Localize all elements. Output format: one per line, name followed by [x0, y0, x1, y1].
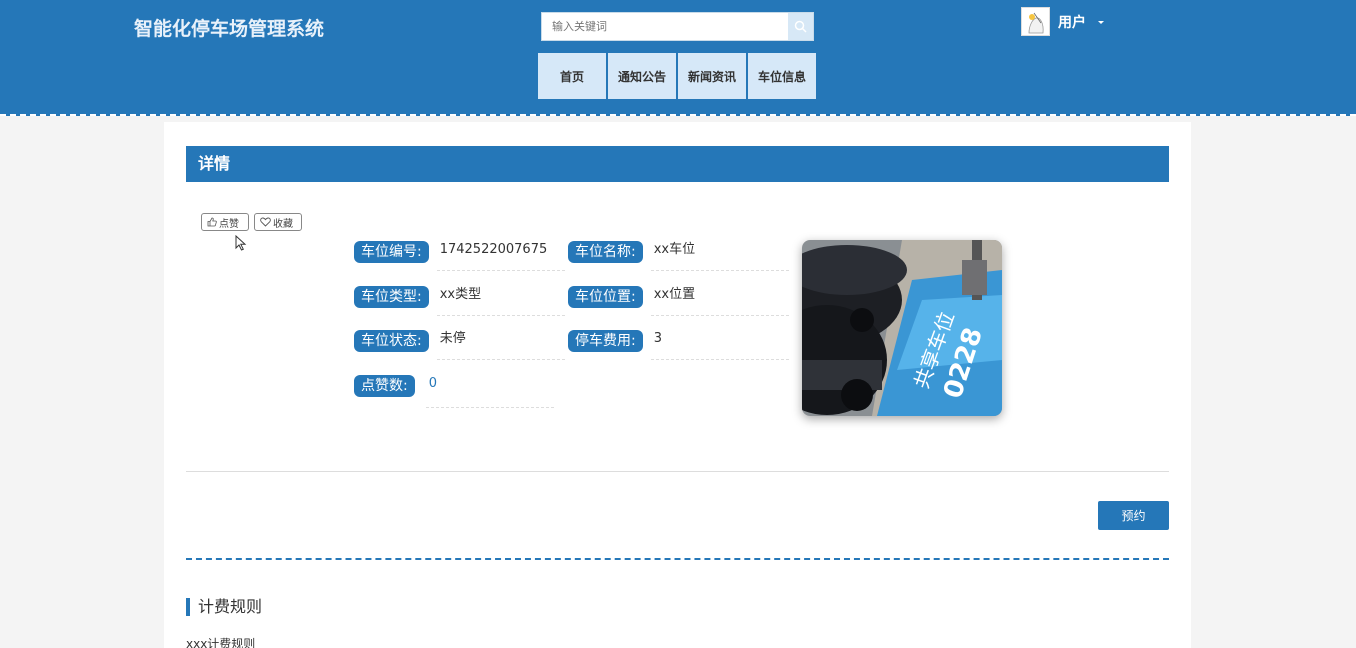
nav-item-home[interactable]: 首页 — [538, 53, 606, 99]
space-type-label: 车位类型: — [354, 286, 429, 308]
user-menu[interactable]: 用户 — [1021, 7, 1104, 36]
field-likes: 点赞数: 0 — [354, 375, 554, 408]
section-title-bar: 详情 — [186, 146, 1169, 182]
space-location-label: 车位位置: — [568, 286, 643, 308]
space-no-label: 车位编号: — [354, 241, 429, 263]
field-space-type: 车位类型: xx类型 — [354, 286, 565, 316]
field-space-name: 车位名称: xx车位 — [568, 241, 789, 271]
space-status-value: 未停 — [436, 330, 565, 360]
favorite-button[interactable]: 收藏 — [254, 213, 302, 231]
space-name-label: 车位名称: — [568, 241, 643, 263]
reserve-button[interactable]: 预约 — [1098, 501, 1169, 530]
main-nav: 首页 通知公告 新闻资讯 车位信息 — [538, 53, 816, 99]
search-input[interactable] — [542, 13, 788, 40]
fee-label: 停车费用: — [568, 330, 643, 352]
field-space-location: 车位位置: xx位置 — [568, 286, 789, 316]
thumbs-up-icon — [207, 217, 217, 227]
chevron-down-icon — [1098, 20, 1104, 24]
mouse-cursor-icon — [235, 235, 247, 251]
rules-content: xxx计费规则 — [186, 637, 256, 648]
space-name-value: xx车位 — [650, 241, 789, 271]
space-status-label: 车位状态: — [354, 330, 429, 352]
avatar-image-icon — [1022, 8, 1049, 35]
parked-cars-image: 共享车位 0228 — [802, 240, 1002, 416]
nav-item-notices[interactable]: 通知公告 — [608, 53, 676, 99]
favorite-label: 收藏 — [273, 218, 293, 230]
likes-label: 点赞数: — [354, 375, 415, 397]
user-name: 用户 — [1058, 14, 1086, 31]
field-fee: 停车费用: 3 — [568, 330, 789, 360]
nav-item-parking-spaces[interactable]: 车位信息 — [748, 53, 816, 99]
detail-card: 详情 点赞 收藏 车位编号: 1742522007675 车位名称: xx车位 … — [164, 122, 1191, 648]
parking-space-photo: 共享车位 0228 — [802, 240, 1002, 416]
space-no-value: 1742522007675 — [436, 241, 565, 271]
divider — [186, 471, 1169, 472]
field-space-no: 车位编号: 1742522007675 — [354, 241, 565, 271]
like-label: 点赞 — [219, 218, 239, 230]
site-title: 智能化停车场管理系统 — [134, 18, 325, 40]
likes-value: 0 — [425, 375, 554, 408]
field-space-status: 车位状态: 未停 — [354, 330, 565, 360]
rules-title: 计费规则 — [186, 598, 262, 616]
space-location-value: xx位置 — [650, 286, 789, 316]
space-type-value: xx类型 — [436, 286, 565, 316]
fee-value: 3 — [650, 330, 789, 360]
heart-icon — [260, 217, 271, 227]
search-box — [541, 12, 814, 41]
like-button[interactable]: 点赞 — [201, 213, 249, 231]
nav-item-news[interactable]: 新闻资讯 — [678, 53, 746, 99]
avatar — [1021, 7, 1050, 36]
search-button[interactable] — [788, 13, 813, 40]
header: 智能化停车场管理系统 首页 通知公告 新闻资讯 车位信息 用户 — [0, 0, 1356, 116]
section-separator — [186, 558, 1169, 560]
search-icon — [794, 20, 807, 33]
